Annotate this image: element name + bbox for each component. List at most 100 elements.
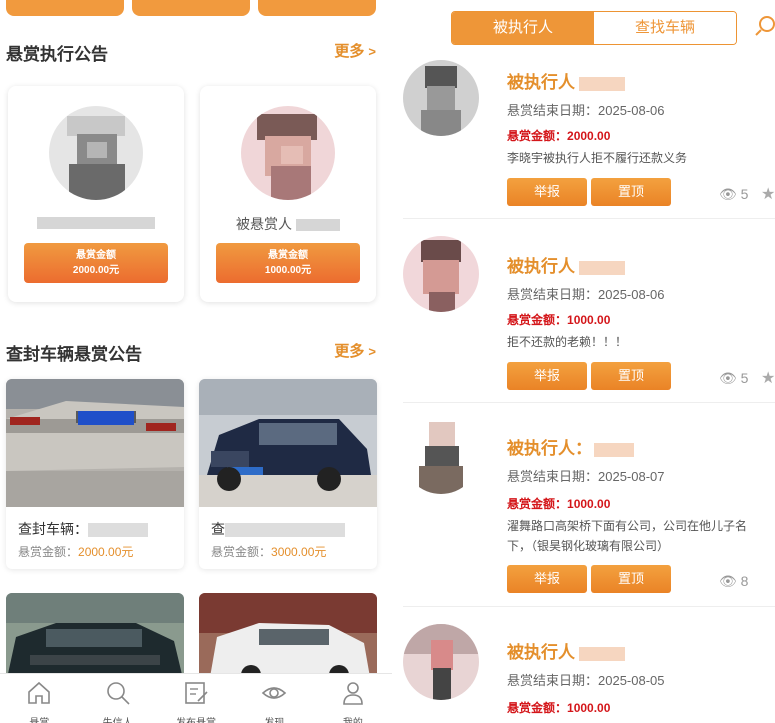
vehicle-photo xyxy=(199,593,377,683)
item-title-text: 被执行人 xyxy=(507,257,575,276)
reward-home-panel: 悬赏执行公告 更多 > 悬赏金额 2000.00元 被悬赏人 悬赏金额 1000… xyxy=(0,0,392,723)
end-date: 悬赏结束日期：2025-08-06 xyxy=(507,100,665,119)
chevron-right-icon: > xyxy=(368,44,376,59)
vehicle-card[interactable]: 查 悬赏金额：3000.00元 xyxy=(199,379,377,569)
eye-icon: 👁 xyxy=(719,186,737,202)
vehicle-card[interactable] xyxy=(6,593,184,683)
end-date: 悬赏结束日期：2025-08-05 xyxy=(507,670,665,689)
vehicle-amount-value: 2000.00元 xyxy=(78,545,134,559)
tab-label: 失信人 xyxy=(78,714,156,723)
eye-icon: 👁 xyxy=(719,573,737,589)
item-title-text: 被执行人： xyxy=(507,439,592,458)
vehicle-title-text: 查 xyxy=(211,521,225,537)
reward-money: 悬赏金额：1000.00 xyxy=(507,495,610,512)
reward-value: 2000.00元 xyxy=(72,265,120,276)
tab-label: 发现 xyxy=(235,714,313,723)
end-date: 悬赏结束日期：2025-08-07 xyxy=(507,466,665,485)
pin-button[interactable]: 置顶 xyxy=(591,565,671,593)
reward-money-value: 2000.00 xyxy=(567,129,611,143)
reward-person-card[interactable]: 悬赏金额 2000.00元 xyxy=(8,86,184,302)
item-title: 被执行人 xyxy=(507,68,625,93)
person-name: 被悬赏人 xyxy=(200,214,376,234)
vehicle-card[interactable] xyxy=(199,593,377,683)
list-item[interactable]: 被执行人 悬赏结束日期：2025-08-06 悬赏金额：1000.00 拒不还款… xyxy=(393,236,775,396)
pin-button[interactable]: 置顶 xyxy=(591,362,671,390)
report-button[interactable]: 举报 xyxy=(507,178,587,206)
item-title: 被执行人 xyxy=(507,638,625,663)
star-icon[interactable]: ★ xyxy=(761,184,775,204)
avatar xyxy=(241,106,335,200)
vehicle-title: 查封车辆： xyxy=(18,519,148,539)
more-link-vehicles[interactable]: 更多 > xyxy=(334,340,376,361)
view-count: 👁 5 xyxy=(719,370,748,387)
list-item[interactable]: 被执行人 悬赏结束日期：2025-08-05 悬赏金额：1000.00 xyxy=(393,624,775,723)
divider xyxy=(403,218,775,219)
tab-find-vehicle[interactable]: 查找车辆 xyxy=(594,12,736,44)
segment-control: 被执行人 查找车辆 xyxy=(451,11,737,45)
vehicle-amount: 悬赏金额：3000.00元 xyxy=(211,543,326,560)
section-title-execution: 悬赏执行公告 xyxy=(6,45,108,64)
vehicle-card[interactable]: 查封车辆： 悬赏金额：2000.00元 xyxy=(6,379,184,569)
more-link-execution[interactable]: 更多 > xyxy=(334,40,376,61)
item-description: 李晓宇被执行人拒不履行还款义务 xyxy=(507,151,688,165)
item-title: 被执行人 xyxy=(507,252,625,277)
reward-value: 1000.00元 xyxy=(264,265,312,276)
end-date-label: 悬赏结束日期： xyxy=(507,673,599,688)
reward-person-card[interactable]: 被悬赏人 悬赏金额 1000.00元 xyxy=(200,86,376,302)
report-button[interactable]: 举报 xyxy=(507,362,587,390)
avatar xyxy=(403,418,479,494)
top-button-3[interactable] xyxy=(258,0,376,16)
vehicle-title-text: 查封车辆： xyxy=(18,521,88,537)
reward-amount-button[interactable]: 悬赏金额 2000.00元 xyxy=(24,243,168,283)
divider xyxy=(403,402,775,403)
view-count: 👁 8 xyxy=(719,573,748,590)
search-icon xyxy=(106,682,130,705)
tab-executed-person[interactable]: 被执行人 xyxy=(452,12,594,44)
tab-publish[interactable]: 发布悬赏 xyxy=(157,674,235,723)
tab-label: 发布悬赏 xyxy=(157,714,235,723)
view-count-value: 5 xyxy=(740,186,749,202)
person-name-text: 被悬赏人 xyxy=(236,216,293,232)
pin-button[interactable]: 置顶 xyxy=(591,178,671,206)
executed-person-list-panel: 被执行人 查找车辆 被执行人 悬赏结束日期：2025-08-06 悬赏金额：20… xyxy=(393,0,775,723)
user-icon xyxy=(343,682,363,705)
tab-reward[interactable]: 悬赏 xyxy=(0,674,78,723)
avatar xyxy=(403,236,479,312)
reward-money-value: 1000.00 xyxy=(567,313,611,327)
more-label: 更多 xyxy=(334,343,365,360)
end-date-value: 2025-08-07 xyxy=(598,469,665,484)
top-button-1[interactable] xyxy=(6,0,124,16)
chevron-right-icon: > xyxy=(368,344,376,359)
reward-money-label: 悬赏金额： xyxy=(507,497,568,511)
edit-icon xyxy=(185,682,208,704)
tab-discover[interactable]: 发现 xyxy=(235,674,313,723)
search-icon[interactable] xyxy=(755,14,775,36)
item-description: 濯舞路口高架桥下面有公司，公司在他儿子名下，（银昊钢化玻璃有限公司） xyxy=(507,519,748,553)
vehicle-amount-label: 悬赏金额： xyxy=(211,545,272,559)
more-label: 更多 xyxy=(334,43,365,60)
vehicle-photo xyxy=(199,379,377,507)
vehicle-amount-value: 3000.00元 xyxy=(271,545,327,559)
view-count-value: 5 xyxy=(740,370,749,386)
star-icon[interactable]: ★ xyxy=(761,368,775,388)
top-button-2[interactable] xyxy=(132,0,250,16)
end-date-label: 悬赏结束日期： xyxy=(507,287,599,302)
tab-dishonest[interactable]: 失信人 xyxy=(78,674,156,723)
reward-money-value: 1000.00 xyxy=(567,701,611,715)
item-title: 被执行人： xyxy=(507,434,634,459)
tab-mine[interactable]: 我的 xyxy=(314,674,392,723)
home-icon xyxy=(28,681,51,704)
list-item[interactable]: 被执行人 悬赏结束日期：2025-08-06 悬赏金额：2000.00 李晓宇被… xyxy=(393,60,775,220)
avatar xyxy=(403,60,479,136)
eye-icon: 👁 xyxy=(719,370,737,386)
top-button-row xyxy=(6,0,382,16)
reward-money: 悬赏金额：1000.00 xyxy=(507,311,610,328)
reward-amount-button[interactable]: 悬赏金额 1000.00元 xyxy=(216,243,360,283)
reward-label: 悬赏金额 xyxy=(76,250,116,261)
report-button[interactable]: 举报 xyxy=(507,565,587,593)
list-item[interactable]: 被执行人： 悬赏结束日期：2025-08-07 悬赏金额：1000.00 濯舞路… xyxy=(393,418,775,608)
end-date: 悬赏结束日期：2025-08-06 xyxy=(507,284,665,303)
end-date-value: 2025-08-05 xyxy=(598,673,665,688)
reward-money-label: 悬赏金额： xyxy=(507,701,568,715)
end-date-value: 2025-08-06 xyxy=(598,103,665,118)
